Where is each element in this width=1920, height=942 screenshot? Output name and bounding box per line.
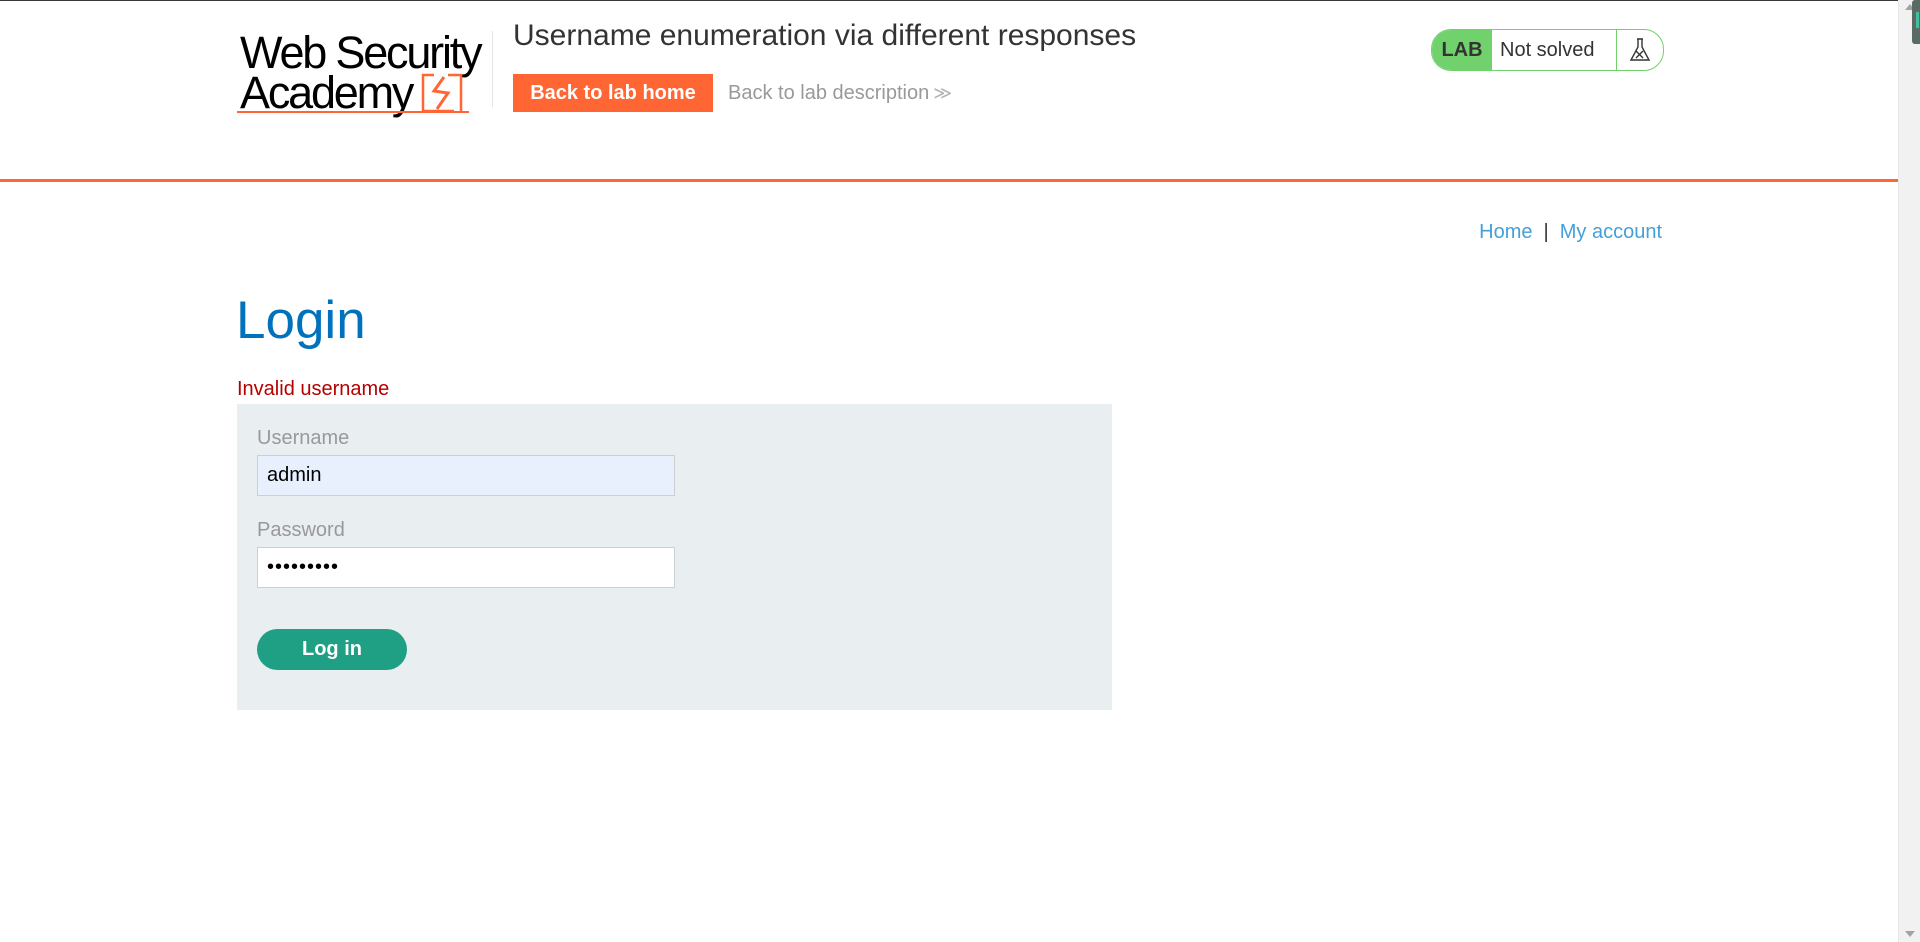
username-label: Username: [257, 427, 350, 449]
lab-badge: LAB: [1432, 30, 1492, 70]
login-form: Username admin Password ••••••••• Log in: [237, 404, 1112, 710]
web-security-academy-logo[interactable]: Web Security Academy: [237, 27, 489, 119]
username-input[interactable]: admin: [257, 455, 675, 496]
password-label: Password: [257, 519, 345, 541]
logo-text-line2: Academy: [240, 67, 414, 118]
back-to-lab-description-label: Back to lab description: [728, 82, 930, 104]
scroll-down-arrow-icon[interactable]: [1905, 931, 1915, 937]
logo-underline: [237, 111, 469, 113]
lab-status-text: Not solved: [1492, 30, 1617, 70]
lab-header: Web Security Academy Username enumeratio…: [0, 1, 1898, 182]
lightning-bolt-icon: [421, 73, 463, 113]
page-title: Login: [236, 291, 366, 350]
scrollbar-thumb-marker: [1916, 12, 1919, 28]
back-to-lab-description-link[interactable]: Back to lab description ≫: [728, 82, 952, 105]
nav-separator: |: [1543, 221, 1549, 243]
double-chevron-right-icon: ≫: [933, 83, 952, 103]
nav-link-home[interactable]: Home: [1479, 221, 1532, 243]
error-message: Invalid username: [237, 378, 390, 400]
header-divider: [492, 31, 493, 107]
top-navigation: Home | My account: [1479, 221, 1662, 244]
lab-status-widget: LAB Not solved: [1431, 29, 1664, 71]
flask-icon: [1617, 30, 1663, 70]
vertical-scrollbar[interactable]: [1898, 0, 1920, 942]
back-to-lab-home-button[interactable]: Back to lab home: [513, 74, 713, 112]
lab-title: Username enumeration via different respo…: [513, 19, 1137, 52]
nav-link-my-account[interactable]: My account: [1560, 221, 1662, 243]
login-button[interactable]: Log in: [257, 629, 407, 670]
password-input[interactable]: •••••••••: [257, 547, 675, 588]
